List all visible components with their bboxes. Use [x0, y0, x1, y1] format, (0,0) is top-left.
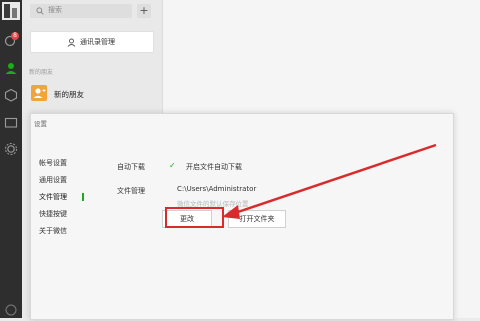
- settings-dialog: 设置 帐号设置 通用设置 文件管理 快捷按键 关于微信 自动下载 ✓ 开启文件自…: [30, 113, 454, 320]
- nav-account-settings[interactable]: 帐号设置: [39, 158, 67, 168]
- search-placeholder: 搜索: [48, 6, 62, 14]
- user-avatar[interactable]: [2, 2, 20, 20]
- new-friend-avatar: [31, 85, 47, 101]
- file-management-label: 文件管理: [117, 187, 145, 195]
- dialog-title: 设置: [34, 120, 47, 128]
- contacts-manager-button[interactable]: 通讯录管理: [30, 31, 154, 53]
- left-nav-rail: 8: [0, 0, 22, 318]
- section-label: 新的朋友: [29, 69, 54, 76]
- nav-file-management[interactable]: 文件管理: [39, 192, 67, 202]
- file-path-value: C:\Users\Administrator: [177, 185, 257, 193]
- nav-about[interactable]: 关于微信: [39, 226, 67, 236]
- contacts-icon[interactable]: [4, 60, 18, 74]
- annotation-highlight-box: [165, 207, 224, 228]
- nav-active-indicator: [82, 193, 84, 201]
- nav-general-settings[interactable]: 通用设置: [39, 175, 67, 185]
- settings-menu-icon[interactable]: [4, 302, 18, 316]
- search-icon: [36, 7, 44, 15]
- auto-download-checkbox[interactable]: ✓: [169, 161, 178, 170]
- new-friend-item[interactable]: 新的朋友: [22, 78, 162, 106]
- contacts-manager-label: 通讯录管理: [80, 38, 115, 46]
- gear-icon[interactable]: [4, 141, 18, 155]
- add-button[interactable]: +: [137, 4, 151, 18]
- folder-icon[interactable]: [4, 114, 18, 128]
- favorites-icon[interactable]: [4, 87, 18, 102]
- search-input[interactable]: 搜索: [30, 4, 132, 18]
- open-folder-button[interactable]: 打开文件夹: [228, 210, 286, 228]
- unread-badge: 8: [11, 32, 19, 40]
- nav-shortcuts[interactable]: 快捷按键: [39, 209, 67, 219]
- person-icon: [67, 38, 76, 47]
- auto-download-checkbox-label: 开启文件自动下载: [186, 163, 242, 171]
- auto-download-label: 自动下载: [117, 163, 145, 171]
- new-friend-label: 新的朋友: [54, 90, 84, 99]
